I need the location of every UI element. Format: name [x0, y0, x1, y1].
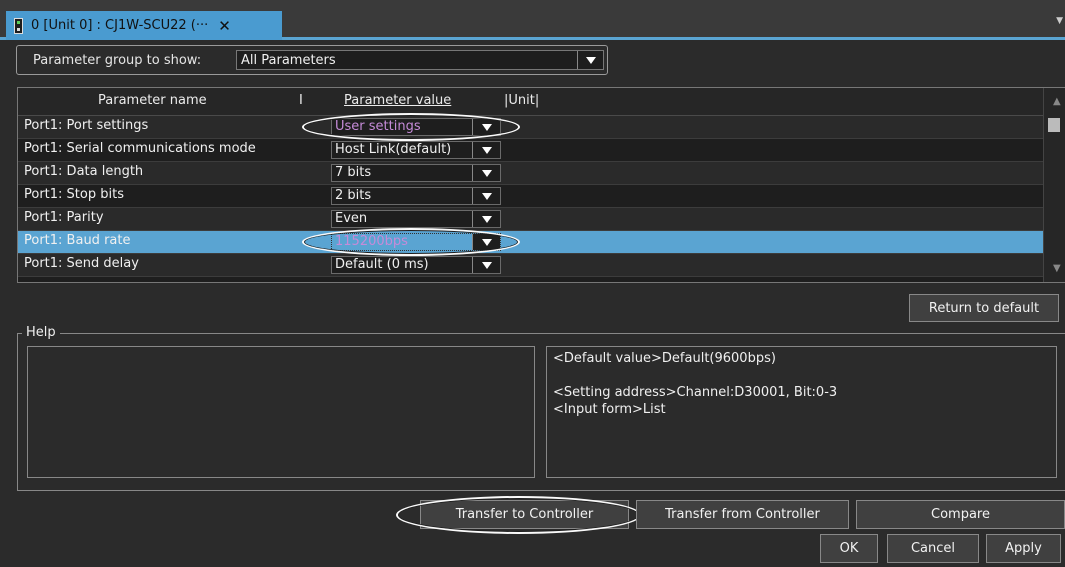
parameter-value-select[interactable]: Default (0 ms): [331, 256, 501, 274]
parameter-value-select[interactable]: Host Link(default): [331, 141, 501, 159]
chevron-down-icon[interactable]: [472, 142, 500, 158]
table-row[interactable]: Port1: Data length 7 bits: [18, 162, 1043, 185]
parameter-value: User settings: [335, 119, 421, 134]
parameter-name: Port1: Baud rate: [24, 233, 131, 248]
parameter-group-select[interactable]: All Parameters: [236, 50, 604, 70]
help-title: Help: [22, 325, 60, 340]
transfer-from-controller-button[interactable]: Transfer from Controller: [636, 500, 849, 529]
apply-button[interactable]: Apply: [986, 534, 1061, 563]
help-line-default-value: <Default value>Default(9600bps): [553, 351, 776, 366]
parameter-value-select[interactable]: 2 bits: [331, 187, 501, 205]
table-row[interactable]: Port1: Parity Even: [18, 208, 1043, 231]
column-header-unit[interactable]: |Unit|: [504, 93, 539, 108]
parameter-value-select[interactable]: 115200bps: [331, 233, 501, 251]
parameter-value-select[interactable]: User settings: [331, 118, 501, 136]
parameter-value: 2 bits: [335, 188, 372, 203]
table-row[interactable]: Port1: Port settings User settings: [18, 116, 1043, 139]
close-icon[interactable]: ✕: [218, 17, 231, 35]
parameter-value: Even: [335, 211, 368, 226]
column-separator[interactable]: I: [299, 93, 303, 108]
parameter-group-value: All Parameters: [241, 52, 336, 68]
table-row[interactable]: Port1: Serial communications mode Host L…: [18, 139, 1043, 162]
parameter-value-select[interactable]: 7 bits: [331, 164, 501, 182]
parameter-name: Port1: Serial communications mode: [24, 141, 256, 156]
parameter-name: Port1: Send delay: [24, 256, 139, 271]
chevron-down-icon[interactable]: [472, 257, 500, 273]
chevron-down-icon[interactable]: [472, 188, 500, 204]
parameter-name: Port1: Stop bits: [24, 187, 124, 202]
chevron-down-icon[interactable]: [577, 51, 603, 69]
parameter-name: Port1: Data length: [24, 164, 144, 179]
parameter-editor-window: 0 [Unit 0] : CJ1W-SCU22 (··· ✕ ▼ Paramet…: [0, 0, 1065, 567]
table-row[interactable]: Port1: Stop bits 2 bits: [18, 185, 1043, 208]
column-header-parameter-name[interactable]: Parameter name: [98, 93, 207, 108]
compare-button[interactable]: Compare: [856, 500, 1065, 529]
tab-menu-icon[interactable]: ▼: [1056, 16, 1063, 26]
parameter-group-filter: Parameter group to show: All Parameters: [16, 45, 608, 75]
chevron-up-icon[interactable]: ▲: [1053, 96, 1061, 107]
table-row[interactable]: Port1: Send delay Default (0 ms): [18, 254, 1043, 277]
chevron-down-icon[interactable]: [472, 211, 500, 227]
transfer-to-controller-button[interactable]: Transfer to Controller: [420, 500, 629, 529]
return-to-default-button[interactable]: Return to default: [909, 294, 1059, 322]
vertical-scrollbar[interactable]: ▲ ▼: [1043, 88, 1065, 282]
parameter-value: Default (0 ms): [335, 257, 429, 272]
parameter-table: Parameter name I Parameter value |Unit| …: [17, 87, 1065, 283]
chevron-down-icon[interactable]: ▼: [1053, 263, 1061, 274]
help-details-pane: <Default value>Default(9600bps) <Setting…: [546, 346, 1057, 478]
help-line-input-form: <Input form>List: [553, 402, 666, 417]
parameter-value: 115200bps: [335, 234, 408, 249]
ok-button[interactable]: OK: [820, 534, 878, 563]
chevron-down-icon[interactable]: [472, 119, 500, 135]
scrollbar-thumb[interactable]: [1048, 118, 1060, 132]
parameter-value: Host Link(default): [335, 142, 452, 157]
help-line-blank: [553, 367, 1050, 384]
parameter-value: 7 bits: [335, 165, 372, 180]
tab-strip: 0 [Unit 0] : CJ1W-SCU22 (··· ✕ ▼: [0, 0, 1065, 40]
unit-icon: [14, 17, 23, 34]
table-header: Parameter name I Parameter value |Unit|: [18, 88, 1043, 116]
chevron-down-icon[interactable]: [472, 234, 500, 250]
tab-title: 0 [Unit 0] : CJ1W-SCU22 (···: [31, 18, 209, 33]
parameter-group-label: Parameter group to show:: [33, 52, 202, 68]
table-row-selected[interactable]: Port1: Baud rate 115200bps: [18, 231, 1043, 254]
column-header-parameter-value[interactable]: Parameter value: [344, 93, 451, 108]
parameter-name: Port1: Parity: [24, 210, 104, 225]
parameter-name: Port1: Port settings: [24, 118, 149, 133]
tab-unit-0[interactable]: 0 [Unit 0] : CJ1W-SCU22 (··· ✕: [6, 11, 282, 40]
parameter-value-select[interactable]: Even: [331, 210, 501, 228]
chevron-down-icon[interactable]: [472, 165, 500, 181]
help-line-setting-address: <Setting address>Channel:D30001, Bit:0-3: [553, 385, 838, 400]
help-description-pane: [27, 346, 535, 478]
cancel-button[interactable]: Cancel: [887, 534, 979, 563]
